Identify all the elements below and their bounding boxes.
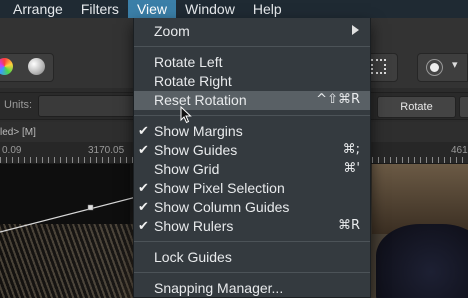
menu-item-label: Show Pixel Selection (154, 180, 285, 196)
menu-item-zoom[interactable]: Zoom (134, 22, 370, 41)
menu-item-show-pixel-selection[interactable]: ✔ Show Pixel Selection (134, 179, 370, 198)
menu-item-rotate-left[interactable]: Rotate Left (134, 53, 370, 72)
menu-shortcut: ⌘R (337, 218, 360, 233)
menu-item-reset-rotation[interactable]: Reset Rotation ^⇧⌘R (134, 91, 370, 110)
menu-item-rotate-right[interactable]: Rotate Right (134, 72, 370, 91)
menu-item-show-grid[interactable]: Show Grid ⌘' (134, 160, 370, 179)
view-menu-dropdown: Zoom Rotate Left Rotate Right Reset Rota… (133, 18, 371, 298)
menu-item-label: Lock Guides (154, 249, 232, 265)
grey-swatch-icon[interactable] (28, 58, 45, 75)
rotate-extra-button[interactable] (459, 96, 468, 118)
checkmark-icon: ✔ (138, 123, 149, 138)
checkmark-icon: ✔ (138, 199, 149, 214)
menu-filters[interactable]: Filters (72, 0, 128, 18)
rotate-button[interactable]: Rotate (377, 96, 456, 118)
menu-shortcut: ⌘' (343, 161, 360, 176)
menu-item-label: Rotate Left (154, 54, 223, 70)
menu-window[interactable]: Window (176, 0, 244, 18)
menu-shortcut: ⌘; (342, 142, 360, 157)
ruler-label: 3170.05 (88, 145, 125, 156)
menu-item-label: Show Grid (154, 161, 220, 177)
menu-item-show-margins[interactable]: ✔ Show Margins (134, 122, 370, 141)
marquee-selection-icon (371, 59, 386, 74)
menu-item-label: Show Rulers (154, 218, 234, 234)
rotation-guide-line[interactable] (0, 164, 140, 298)
menu-view[interactable]: View (127, 0, 177, 18)
canvas-dark-object (376, 224, 468, 298)
selection-mode-button[interactable] (417, 53, 468, 82)
submenu-arrow-icon (352, 25, 359, 35)
menu-arrange[interactable]: Arrange (0, 0, 72, 18)
menu-separator (134, 272, 370, 273)
menu-item-label: Reset Rotation (154, 92, 247, 108)
menu-item-label: Show Guides (154, 142, 238, 158)
menu-item-snapping-manager[interactable]: Snapping Manager... (134, 279, 370, 298)
menu-item-label: Show Margins (154, 123, 243, 139)
ruler-label: 461 (451, 145, 468, 156)
menu-shortcut: ^⇧⌘R (316, 92, 360, 107)
menu-help[interactable]: Help (244, 0, 291, 18)
rotation-handle[interactable] (87, 204, 94, 211)
menu-item-show-guides[interactable]: ✔ Show Guides ⌘; (134, 141, 370, 160)
units-dropdown[interactable] (38, 95, 138, 117)
menu-item-show-column-guides[interactable]: ✔ Show Column Guides (134, 198, 370, 217)
menu-item-label: Zoom (154, 23, 190, 39)
menu-bar: Arrange Filters View Window Help (0, 0, 468, 18)
menu-separator (134, 115, 370, 116)
menu-item-lock-guides[interactable]: Lock Guides (134, 248, 370, 267)
ruler-label: 0.09 (2, 145, 22, 156)
chevron-down-icon: ▾ (452, 59, 458, 71)
checkmark-icon: ✔ (138, 180, 149, 195)
checkmark-icon: ✔ (138, 218, 149, 233)
selection-circle-icon (427, 60, 442, 75)
units-label: Units: (4, 99, 33, 111)
checkmark-icon: ✔ (138, 142, 149, 157)
menu-item-label: Show Column Guides (154, 199, 290, 215)
menu-item-show-rulers[interactable]: ✔ Show Rulers ⌘R (134, 217, 370, 236)
menu-item-label: Snapping Manager... (154, 280, 284, 296)
mouse-pointer-icon (180, 106, 192, 124)
menu-separator (134, 46, 370, 47)
document-tab[interactable]: led> [M] (0, 127, 36, 138)
menu-separator (134, 241, 370, 242)
menu-item-label: Rotate Right (154, 73, 232, 89)
